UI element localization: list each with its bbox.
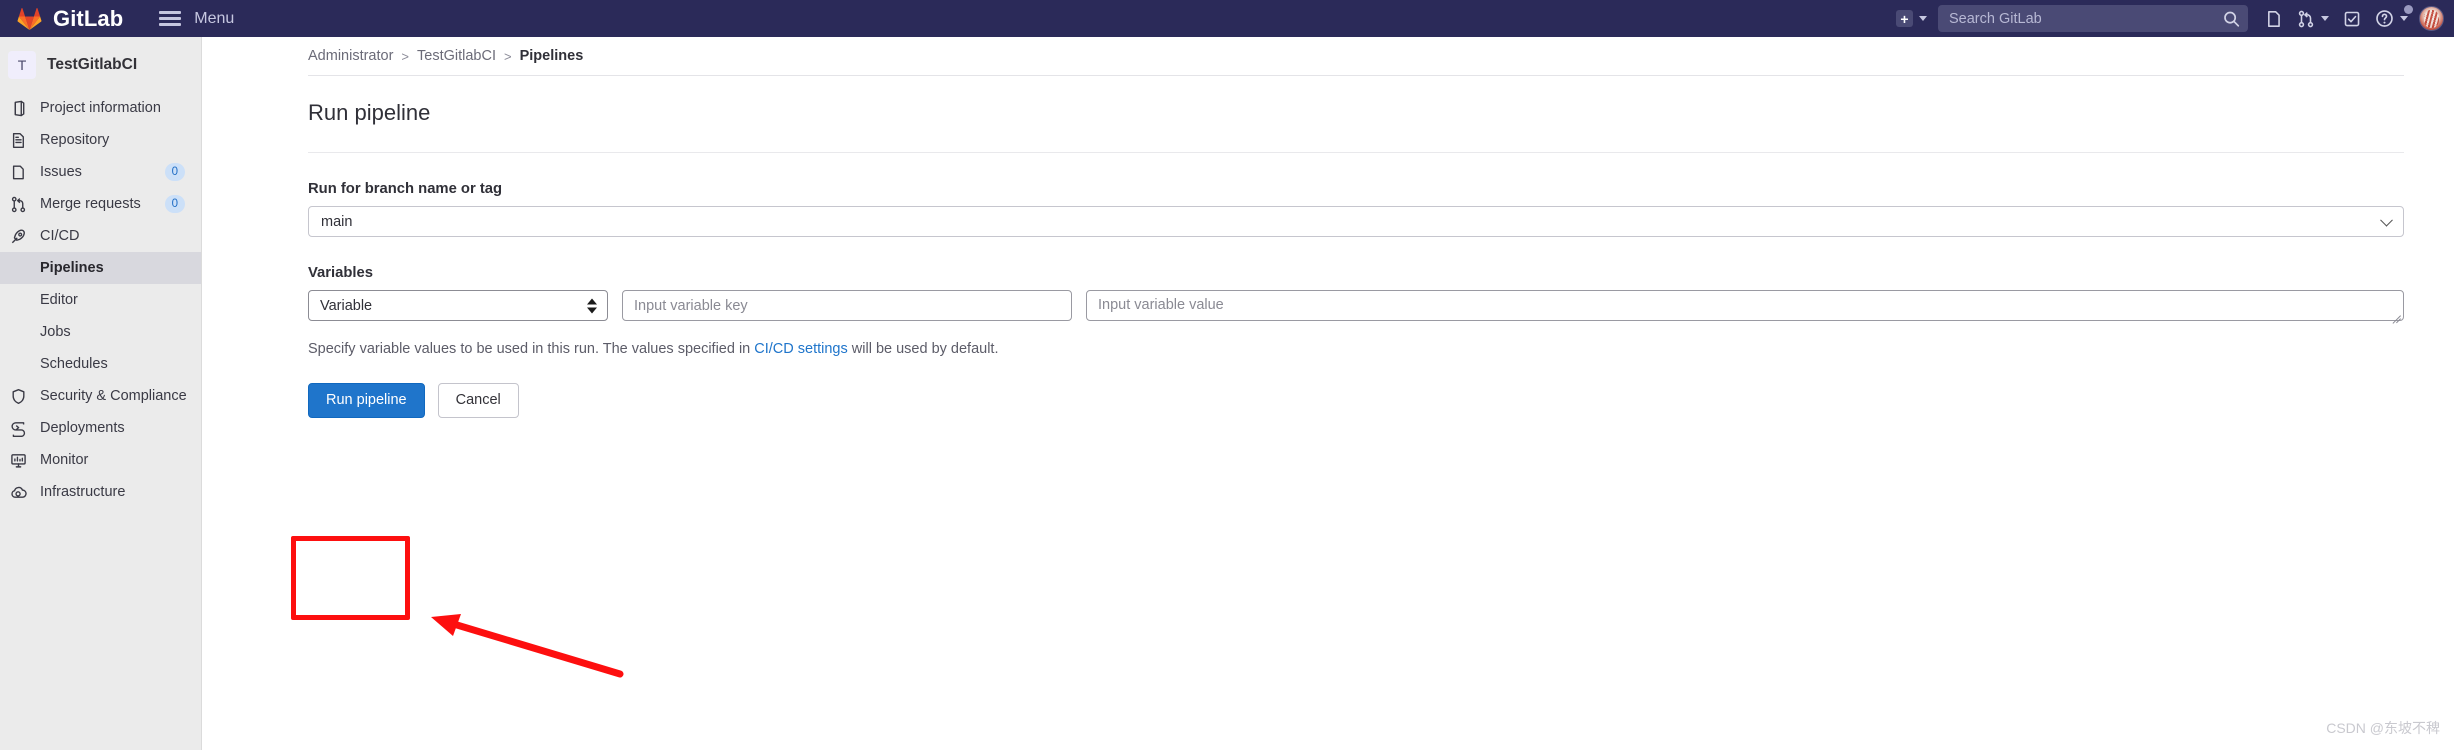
project-name: TestGitlabCI (47, 55, 138, 73)
variables-label: Variables (308, 265, 373, 281)
project-sidebar: T TestGitlabCI Project information Repos… (0, 37, 202, 750)
breadcrumb-separator-icon: > (401, 48, 410, 64)
sidebar-item-infrastructure[interactable]: Infrastructure (0, 476, 201, 508)
variable-value-input[interactable] (1086, 290, 2404, 321)
sidebar-item-repository[interactable]: Repository (0, 124, 201, 156)
sidebar-item-label: Security & Compliance (40, 388, 187, 404)
sidebar-project-header[interactable]: T TestGitlabCI (0, 37, 201, 92)
run-pipeline-form: Run for branch name or tag main Variable… (202, 181, 2454, 418)
shield-icon (9, 387, 27, 405)
status-badge: 0 (164, 195, 185, 213)
sidebar-item-security-compliance[interactable]: Security & Compliance (0, 380, 201, 412)
notification-dot-icon (2404, 5, 2413, 14)
cicd-settings-link[interactable]: CI/CD settings (754, 341, 847, 357)
branch-selected-value: main (321, 213, 353, 230)
gitlab-logo[interactable]: GitLab (17, 6, 123, 32)
sidebar-item-label: CI/CD (40, 228, 80, 244)
sidebar-item-label: Deployments (40, 420, 125, 436)
variable-type-select[interactable]: Variable (308, 290, 608, 321)
title-divider (308, 152, 2404, 153)
chevron-down-icon (1919, 16, 1927, 21)
sidebar-item-pipelines[interactable]: Pipelines (0, 252, 201, 284)
variable-type-value: Variable (320, 297, 373, 314)
monitor-icon (9, 451, 27, 469)
sidebar-item-label: Infrastructure (40, 484, 126, 500)
chevron-down-icon (2380, 213, 2393, 227)
rocket-icon (9, 227, 27, 245)
breadcrumb-separator-icon: > (504, 48, 512, 64)
issues-icon (9, 163, 27, 181)
sidebar-item-label: Project information (40, 100, 161, 116)
todos-nav-button[interactable] (2336, 0, 2368, 37)
search-icon (2223, 10, 2240, 27)
sidebar-item-deployments[interactable]: Deployments (0, 412, 201, 444)
merge-request-icon (2298, 10, 2314, 27)
global-search[interactable] (1938, 5, 2248, 32)
todo-checkbox-icon (2344, 11, 2360, 26)
page-title: Run pipeline (308, 100, 431, 125)
gitlab-brand-text: GitLab (53, 5, 124, 31)
sidebar-item-schedules[interactable]: Schedules (0, 348, 201, 380)
sidebar-item-merge-requests[interactable]: Merge requests 0 (0, 188, 201, 220)
sidebar-item-label: Repository (40, 132, 110, 148)
sidebar-item-label: Monitor (40, 452, 89, 468)
main-menu-label: Menu (194, 9, 235, 27)
top-navigation-bar: GitLab Menu + (0, 0, 2454, 37)
helper-text-before: Specify variable values to be used in th… (308, 341, 755, 357)
new-item-dropdown[interactable]: + (1889, 0, 1934, 37)
sidebar-item-jobs[interactable]: Jobs (0, 316, 201, 348)
helper-text-after: will be used by default. (847, 341, 999, 357)
avatar[interactable] (2419, 6, 2444, 31)
chevron-down-icon (2400, 16, 2408, 21)
main-menu-button[interactable]: Menu (159, 10, 234, 28)
hamburger-menu-icon (159, 11, 182, 26)
csdn-watermark: CSDN @东坡不稗 (2326, 720, 2440, 736)
repository-doc-icon (9, 131, 27, 149)
sidebar-item-issues[interactable]: Issues 0 (0, 156, 201, 188)
deployments-icon (9, 419, 27, 437)
help-question-icon (2376, 10, 2393, 27)
sidebar-subitem-label: Editor (40, 292, 78, 308)
help-nav-button[interactable] (2368, 0, 2415, 37)
sidebar-item-cicd[interactable]: CI/CD (0, 220, 201, 252)
breadcrumb-item-project[interactable]: TestGitlabCI (417, 48, 496, 64)
breadcrumb: Administrator > TestGitlabCI > Pipelines (202, 37, 2454, 75)
variable-key-input[interactable] (622, 290, 1072, 321)
merge-requests-nav-button[interactable] (2290, 0, 2336, 37)
sidebar-subitem-label: Schedules (40, 356, 108, 372)
sidebar-subitem-label: Pipelines (40, 260, 104, 276)
stepper-arrows-icon (587, 298, 597, 313)
project-avatar: T (8, 50, 36, 79)
breadcrumb-item-pipelines[interactable]: Pipelines (520, 48, 584, 64)
branch-select[interactable]: main (308, 206, 2404, 237)
issues-nav-button[interactable] (2258, 0, 2290, 37)
variable-row: Variable (308, 290, 2404, 321)
gitlab-run-pipeline-page: GitLab Menu + Search GitLab T TestGitlab… (0, 0, 2454, 750)
variable-value-wrapper (1086, 290, 2404, 321)
sidebar-subitem-label: Jobs (40, 324, 71, 340)
status-badge: 0 (164, 163, 185, 181)
branch-field-label: Run for branch name or tag (308, 181, 503, 197)
variables-helper-text: Specify variable values to be used in th… (308, 341, 2404, 357)
sidebar-item-editor[interactable]: Editor (0, 284, 201, 316)
form-actions: Run pipeline Cancel (308, 383, 2404, 418)
chevron-down-icon (2321, 16, 2329, 21)
main-content: Administrator > TestGitlabCI > Pipelines… (202, 37, 2454, 750)
project-info-icon (9, 99, 27, 117)
top-nav-right-group: + (1889, 0, 2454, 37)
breadcrumb-item-administrator[interactable]: Administrator (308, 48, 393, 64)
cancel-button[interactable]: Cancel (437, 383, 519, 418)
sidebar-item-label: Merge requests (40, 196, 141, 212)
merge-request-icon (9, 195, 27, 213)
infrastructure-cloud-icon (9, 483, 27, 501)
gitlab-fox-logo-icon (17, 7, 42, 30)
sidebar-item-project-information[interactable]: Project information (0, 92, 201, 124)
sidebar-item-label: Issues (40, 164, 82, 180)
sidebar-item-monitor[interactable]: Monitor (0, 444, 201, 476)
issues-icon (2268, 10, 2280, 27)
plus-icon: + (1896, 10, 1913, 27)
search-input[interactable] (1938, 5, 2248, 32)
run-pipeline-button[interactable]: Run pipeline (308, 383, 425, 418)
